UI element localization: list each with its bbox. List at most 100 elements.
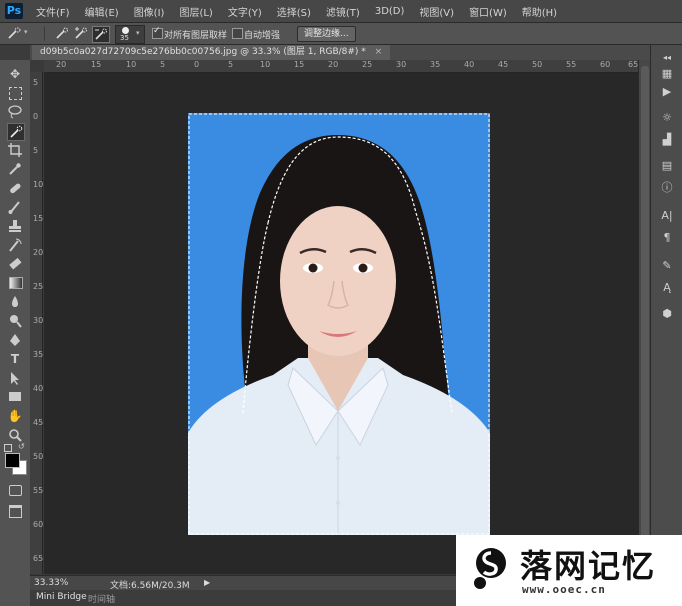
ruler-tick-label: 0 (194, 60, 200, 69)
site-watermark: 落网记忆 www.ooec.cn (456, 535, 682, 606)
marquee-tool-icon[interactable] (7, 85, 23, 101)
3d-icon[interactable]: ⬢ (659, 307, 675, 321)
foreground-color-swatch[interactable] (5, 453, 20, 468)
id-photo[interactable] (188, 113, 490, 535)
watermark-text: 落网记忆 (520, 547, 657, 585)
tab-timeline[interactable]: 时间轴 (88, 592, 115, 605)
close-tab-icon[interactable]: × (375, 47, 383, 57)
sample-all-layers-checkbox[interactable] (152, 26, 163, 39)
zoom-level[interactable]: 33.33% (34, 578, 68, 588)
shirt-button (336, 501, 340, 505)
ruler-tick-label: 50 (532, 60, 543, 69)
shirt-button (336, 456, 340, 460)
screen-mode-icon[interactable] (7, 502, 23, 518)
rectangle-tool-icon[interactable] (7, 389, 23, 405)
blur-tool-icon[interactable] (7, 294, 23, 310)
eraser-tool-icon[interactable] (7, 256, 23, 272)
watermark-logo-icon (474, 548, 506, 589)
hand-tool-icon[interactable]: ✋ (7, 408, 23, 424)
refine-edge-button[interactable]: 调整边缘... (297, 26, 356, 42)
menu-select[interactable]: 选择(S) (277, 4, 311, 19)
history-brush-tool-icon[interactable] (7, 237, 23, 253)
brush-presets-icon[interactable]: ✎ (659, 259, 675, 273)
new-selection-icon[interactable] (54, 26, 70, 41)
menu-edit[interactable]: 编辑(E) (85, 4, 119, 19)
quick-selection-tool-icon[interactable] (7, 123, 25, 141)
ruler-tick-label: 15 (91, 60, 102, 69)
info-icon[interactable]: ⓘ (659, 181, 675, 195)
menu-window[interactable]: 窗口(W) (469, 4, 507, 19)
path-selection-tool-icon[interactable] (7, 370, 23, 386)
menu-file[interactable]: 文件(F) (36, 4, 70, 19)
subtract-from-selection-icon[interactable] (92, 26, 110, 43)
add-to-selection-icon[interactable] (73, 26, 89, 41)
horizontal-ruler: 20 15 10 5 0 5 10 15 20 25 30 35 40 45 5… (44, 60, 638, 73)
menu-help[interactable]: 帮助(H) (522, 4, 557, 19)
clone-stamp-tool-icon[interactable] (7, 218, 23, 234)
ruler-tick-label: 45 (33, 418, 44, 427)
tools-panel: ✥ T ✋ ↺ (0, 60, 31, 606)
ruler-tick-label: 20 (56, 60, 67, 69)
character-styles-icon[interactable]: Ą (659, 281, 675, 295)
menu-type[interactable]: 文字(Y) (228, 4, 262, 19)
status-menu-arrow-icon[interactable]: ▶ (204, 578, 210, 587)
ruler-tick-label: 20 (328, 60, 339, 69)
watermark-url: www.ooec.cn (522, 583, 606, 596)
crop-tool-icon[interactable] (7, 142, 23, 158)
tab-mini-bridge[interactable]: Mini Bridge (36, 592, 87, 602)
collapse-panels-icon[interactable]: ◂◂ (659, 51, 675, 65)
type-tool-icon[interactable]: T (7, 351, 23, 367)
histogram-icon[interactable]: ▟ (659, 133, 675, 147)
ruler-tick-label: 25 (362, 60, 373, 69)
lasso-tool-icon[interactable] (7, 104, 23, 120)
actions-icon[interactable]: ▶ (659, 85, 675, 99)
divider (44, 26, 45, 41)
ruler-tick-label: 40 (464, 60, 475, 69)
healing-brush-tool-icon[interactable] (7, 180, 23, 196)
navigator-icon[interactable]: ▤ (659, 159, 675, 173)
ruler-tick-label: 25 (33, 282, 44, 291)
swap-colors-icon[interactable]: ↺ (18, 442, 25, 451)
ruler-tick-label: 55 (566, 60, 577, 69)
gradient-tool-icon[interactable] (7, 275, 23, 291)
ruler-tick-label: 30 (33, 316, 44, 325)
menu-view[interactable]: 视图(V) (419, 4, 454, 19)
document-tab-title: d09b5c0a027d72709c5e276bb0c00756.jpg @ 3… (40, 47, 366, 57)
history-icon[interactable]: ▦ (659, 67, 675, 81)
brush-tip-icon (122, 27, 129, 34)
ruler-tick-label: 5 (33, 146, 39, 155)
default-colors-icon[interactable] (4, 444, 12, 452)
ruler-tick-label: 45 (498, 60, 509, 69)
auto-enhance-label: 自动增强 (244, 31, 281, 41)
ruler-tick-label: 60 (33, 520, 44, 529)
face (280, 206, 396, 356)
ruler-origin[interactable] (30, 60, 44, 72)
menu-filter[interactable]: 滤镜(T) (326, 4, 360, 19)
vertical-ruler: 5 0 5 10 15 20 25 30 35 40 45 50 55 60 6… (30, 72, 43, 574)
scrollbar-thumb[interactable] (641, 66, 649, 566)
character-icon[interactable]: A| (659, 209, 675, 223)
document-tab[interactable]: d09b5c0a027d72709c5e276bb0c00756.jpg @ 3… (32, 45, 391, 60)
move-tool-icon[interactable]: ✥ (7, 66, 23, 82)
paragraph-icon[interactable]: ¶ (659, 231, 675, 245)
sample-all-layers-label: 对所有图层取样 (164, 31, 228, 41)
quick-mask-icon[interactable] (7, 482, 23, 498)
preset-dropdown-icon[interactable]: ▾ (24, 28, 28, 36)
menu-3d[interactable]: 3D(D) (375, 6, 405, 17)
eyedropper-tool-icon[interactable] (7, 161, 23, 177)
menu-layer[interactable]: 图层(L) (179, 4, 212, 19)
auto-enhance-checkbox[interactable] (232, 28, 243, 39)
dodge-tool-icon[interactable] (7, 313, 23, 329)
brush-picker[interactable]: 35 ▾ (115, 25, 145, 44)
pen-tool-icon[interactable] (7, 332, 23, 348)
menu-items: 文件(F) 编辑(E) 图像(I) 图层(L) 文字(Y) 选择(S) 滤镜(T… (36, 0, 572, 22)
brush-tool-icon[interactable] (7, 199, 23, 215)
ruler-tick-label: 30 (396, 60, 407, 69)
menu-image[interactable]: 图像(I) (134, 4, 165, 19)
ruler-tick-label: 5 (33, 78, 39, 87)
ruler-tick-label: 5 (228, 60, 234, 69)
zoom-tool-icon[interactable] (7, 427, 23, 443)
adjustments-icon[interactable]: ☼ (659, 111, 675, 125)
quick-selection-tool-preset-icon[interactable] (6, 26, 22, 41)
portrait-image (188, 113, 490, 535)
